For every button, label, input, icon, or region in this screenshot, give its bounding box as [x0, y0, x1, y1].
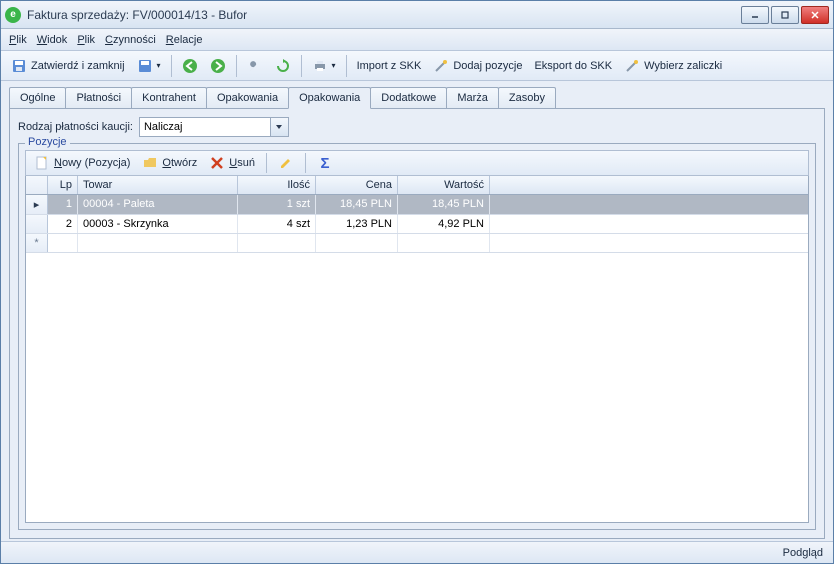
- titlebar: e Faktura sprzedaży: FV/000014/13 - Bufo…: [1, 1, 833, 29]
- toolbar: Zatwierdź i zamknij ▾ ▾ Import z SKK Dod…: [1, 51, 833, 81]
- pozycje-legend: Pozycje: [25, 136, 70, 148]
- back-button[interactable]: [178, 56, 202, 76]
- rodzaj-label: Rodzaj płatności kaucji:: [18, 121, 133, 133]
- wand-icon: [433, 58, 449, 74]
- menu-plik2[interactable]: Plik: [77, 34, 95, 46]
- menubar: Plik Widok Plik Czynności Relacje: [1, 29, 833, 51]
- nowy-button[interactable]: Nowy (Pozycja): [30, 153, 134, 173]
- chevron-down-icon[interactable]: [270, 118, 288, 136]
- app-icon: e: [5, 7, 21, 23]
- usun-button[interactable]: Usuń: [205, 153, 259, 173]
- app-window: e Faktura sprzedaży: FV/000014/13 - Bufo…: [0, 0, 834, 564]
- sigma-icon: Σ: [317, 155, 333, 171]
- arrow-left-icon: [182, 58, 198, 74]
- header-cena[interactable]: Cena: [316, 176, 398, 194]
- save-button[interactable]: ▾: [133, 56, 165, 76]
- rodzaj-combo[interactable]: [139, 117, 289, 137]
- sum-button[interactable]: Σ: [313, 153, 337, 173]
- tools-button[interactable]: [243, 56, 267, 76]
- tab-kontrahent[interactable]: Kontrahent: [131, 87, 207, 109]
- tab-ogolne[interactable]: Ogólne: [9, 87, 66, 109]
- document-new-icon: [34, 155, 50, 171]
- print-button[interactable]: ▾: [308, 56, 340, 76]
- header-towar[interactable]: Towar: [78, 176, 238, 194]
- rodzaj-input[interactable]: [140, 118, 270, 136]
- statusbar: Podgląd: [1, 541, 833, 563]
- grid-toolbar: Nowy (Pozycja) Otwórz Usuń Σ: [25, 150, 809, 176]
- header-ilosc[interactable]: Ilość: [238, 176, 316, 194]
- close-button[interactable]: [801, 6, 829, 24]
- tab-platnosci[interactable]: Płatności: [65, 87, 132, 109]
- maximize-button[interactable]: [771, 6, 799, 24]
- menu-widok[interactable]: Widok: [37, 34, 68, 46]
- dropdown-icon: ▾: [157, 61, 161, 70]
- row-indicator-icon: ▸: [26, 195, 48, 214]
- refresh-icon: [275, 58, 291, 74]
- content-area: Ogólne Płatności Kontrahent Opakowania O…: [1, 81, 833, 541]
- refresh-button[interactable]: [271, 56, 295, 76]
- arrow-right-icon: [210, 58, 226, 74]
- menu-plik[interactable]: Plik: [9, 34, 27, 46]
- pencil-icon: [278, 155, 294, 171]
- table-row-new[interactable]: *: [26, 234, 808, 253]
- table-row[interactable]: 2 00003 - Skrzynka 4 szt 1,23 PLN 4,92 P…: [26, 215, 808, 234]
- row-indicator: [26, 215, 48, 233]
- disk-icon: [137, 58, 153, 74]
- import-skk-button[interactable]: Import z SKK: [353, 58, 426, 74]
- header-lp[interactable]: Lp: [48, 176, 78, 194]
- tab-body: Rodzaj płatności kaucji: Pozycje Nowy (P…: [9, 108, 825, 539]
- wand-icon: [624, 58, 640, 74]
- row-indicator-header: [26, 176, 48, 194]
- tab-opakowania-1[interactable]: Opakowania: [206, 87, 289, 109]
- tab-zasoby[interactable]: Zasoby: [498, 87, 556, 109]
- edit-button[interactable]: [274, 153, 298, 173]
- podglad-label[interactable]: Podgląd: [783, 547, 823, 559]
- save-icon: [11, 58, 27, 74]
- forward-button[interactable]: [206, 56, 230, 76]
- eksport-skk-button[interactable]: Eksport do SKK: [530, 58, 616, 74]
- wrench-icon: [247, 58, 263, 74]
- tabs: Ogólne Płatności Kontrahent Opakowania O…: [9, 87, 825, 109]
- menu-czynnosci[interactable]: Czynności: [105, 34, 156, 46]
- otworz-button[interactable]: Otwórz: [138, 153, 201, 173]
- save-close-button[interactable]: Zatwierdź i zamknij: [7, 56, 129, 76]
- printer-icon: [312, 58, 328, 74]
- new-row-icon: *: [26, 234, 48, 252]
- tab-dodatkowe[interactable]: Dodatkowe: [370, 87, 447, 109]
- folder-open-icon: [142, 155, 158, 171]
- delete-icon: [209, 155, 225, 171]
- pozycje-fieldset: Pozycje Nowy (Pozycja) Otwórz Usuń: [18, 143, 816, 530]
- grid: Lp Towar Ilość Cena Wartość ▸ 1 00004 - …: [25, 176, 809, 523]
- grid-header: Lp Towar Ilość Cena Wartość: [26, 176, 808, 195]
- tab-opakowania-2[interactable]: Opakowania: [288, 87, 371, 109]
- dodaj-pozycje-button[interactable]: Dodaj pozycje: [429, 56, 526, 76]
- tab-marza[interactable]: Marża: [446, 87, 499, 109]
- table-row[interactable]: ▸ 1 00004 - Paleta 1 szt 18,45 PLN 18,45…: [26, 195, 808, 215]
- header-wartosc[interactable]: Wartość: [398, 176, 490, 194]
- wybierz-zaliczki-button[interactable]: Wybierz zaliczki: [620, 56, 726, 76]
- menu-relacje[interactable]: Relacje: [166, 34, 203, 46]
- window-title: Faktura sprzedaży: FV/000014/13 - Bufor: [27, 8, 741, 22]
- minimize-button[interactable]: [741, 6, 769, 24]
